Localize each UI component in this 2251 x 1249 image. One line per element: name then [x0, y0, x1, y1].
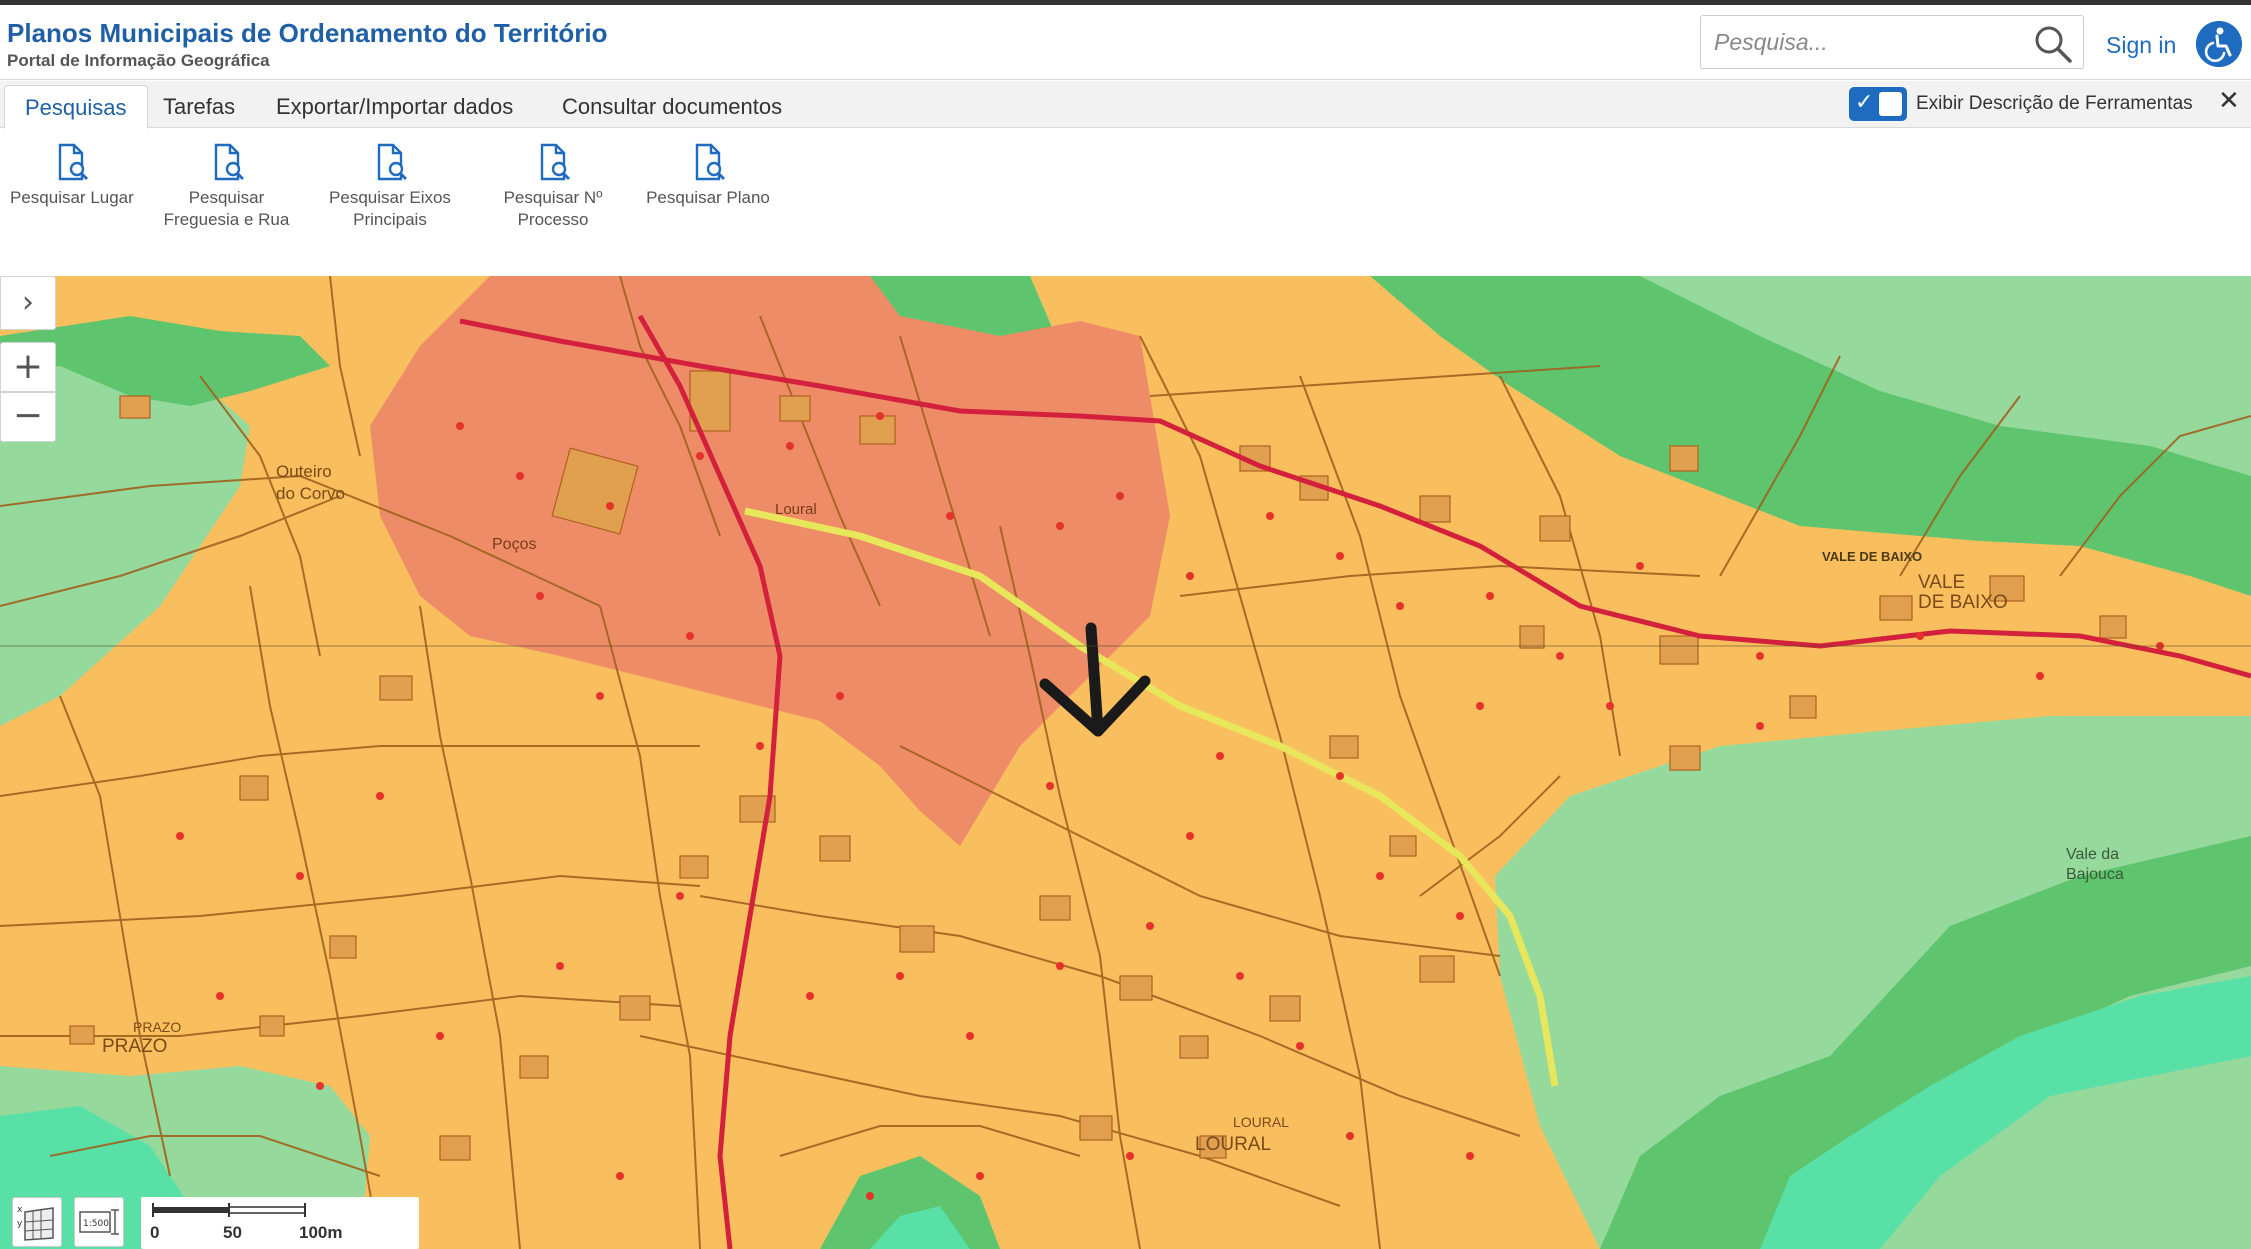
search-document-icon [377, 143, 407, 181]
zoom-out-button[interactable]: − [0, 392, 56, 442]
toggle-knob [1879, 92, 1902, 116]
search-document-icon [214, 143, 244, 181]
checkmark-icon: ✓ [1855, 90, 1874, 115]
place-label-prazo: PRAZO [102, 1036, 168, 1057]
tool-label-line2: Processo [517, 210, 589, 229]
place-label-loural-small-2: LOURAL [1233, 1114, 1290, 1130]
plus-icon: + [12, 346, 44, 387]
svg-text:1:500: 1:500 [83, 1219, 109, 1229]
search-document-icon [540, 143, 570, 181]
app-window: Planos Municipais de Ordenamento do Terr… [0, 0, 2251, 1249]
scale-label-100m: 100m [299, 1223, 343, 1242]
place-label-de-baixo: DE BAIXO [1918, 592, 2008, 613]
place-label-vale-da: Vale da [2066, 846, 2120, 863]
svg-text:y: y [17, 1219, 23, 1229]
place-label-outeiro-2: do Corvo [276, 484, 345, 503]
place-label-outeiro: Outeiro [276, 462, 332, 481]
scale-label-50: 50 [223, 1223, 242, 1242]
tool-pesquisar-plano[interactable]: Pesquisar Plano [646, 141, 770, 209]
search-box [1700, 15, 2084, 69]
accessibility-icon[interactable] [2196, 21, 2242, 67]
tab-pesquisas[interactable]: Pesquisas [4, 85, 148, 129]
place-label-loural: LOURAL [1195, 1134, 1272, 1155]
place-label-prazo-small: PRAZO [133, 1019, 182, 1035]
map-canvas[interactable] [0, 276, 2251, 1249]
tool-pesquisar-processo[interactable]: Pesquisar Nº Processo [493, 141, 613, 231]
scale-bar-graphic [152, 1203, 306, 1217]
coordinates-button[interactable]: x y [12, 1197, 62, 1247]
tool-label: Pesquisar Eixos [329, 188, 451, 207]
tab-bar: Pesquisas Tarefas Exportar/Importar dado… [0, 81, 2251, 129]
tab-exportar-importar[interactable]: Exportar/Importar dados [256, 85, 533, 129]
search-icon[interactable] [2033, 24, 2073, 64]
grid-map-icon: x y [17, 1205, 54, 1241]
sign-in-link[interactable]: Sign in [2106, 32, 2176, 59]
place-label-pocos: Poços [492, 536, 537, 553]
place-label-vale: VALE [1918, 572, 1966, 593]
tooltip-toggle-label: Exibir Descrição de Ferramentas [1916, 93, 2193, 114]
scale-label-0: 0 [150, 1223, 160, 1242]
panel-expand-button[interactable]: › [0, 276, 56, 330]
search-input[interactable] [1714, 24, 2014, 60]
tab-consultar-documentos[interactable]: Consultar documentos [542, 85, 802, 129]
tool-label: Pesquisar Plano [646, 188, 770, 207]
minus-icon: − [12, 395, 44, 436]
svg-text:x: x [17, 1205, 23, 1215]
search-document-icon [58, 143, 88, 181]
search-document-icon [695, 143, 725, 181]
scale-button[interactable]: 1:500 [74, 1197, 124, 1247]
header: Planos Municipais de Ordenamento do Terr… [0, 5, 2251, 80]
zoom-in-button[interactable]: + [0, 342, 56, 392]
app-subtitle: Portal de Informação Geográfica [7, 51, 270, 70]
search-toolbar: Pesquisar Lugar Pesquisar Freguesia e Ru… [0, 129, 2251, 276]
place-label-vale-de-baixo-small: VALE DE BAIXO [1822, 549, 1923, 564]
tool-label-line2: Freguesia e Rua [163, 210, 290, 229]
tooltip-toggle[interactable]: ✓ [1849, 87, 1907, 121]
map-view[interactable]: Outeiro do Corvo Poços Loural VALE DE BA… [0, 276, 2251, 1249]
place-label-loural-small: Loural [775, 501, 817, 518]
tool-pesquisar-eixos[interactable]: Pesquisar Eixos Principais [323, 141, 457, 231]
app-title: Planos Municipais de Ordenamento do Terr… [7, 18, 608, 48]
tool-label: Pesquisar [188, 188, 265, 207]
tool-label: Pesquisar Nº [503, 188, 603, 207]
chevron-right-icon: › [22, 285, 34, 320]
tool-label: Pesquisar Lugar [10, 188, 134, 207]
scale-bar: 0 50 100m [141, 1197, 419, 1249]
tab-tarefas[interactable]: Tarefas [143, 85, 255, 129]
place-label-bajouca: Bajouca [2066, 866, 2124, 883]
tool-label-line2: Principais [353, 210, 427, 229]
close-icon[interactable]: ✕ [2218, 86, 2240, 116]
tool-pesquisar-freguesia[interactable]: Pesquisar Freguesia e Rua [158, 141, 295, 231]
tool-pesquisar-lugar[interactable]: Pesquisar Lugar [10, 141, 134, 209]
scale-icon: 1:500 [79, 1209, 119, 1235]
